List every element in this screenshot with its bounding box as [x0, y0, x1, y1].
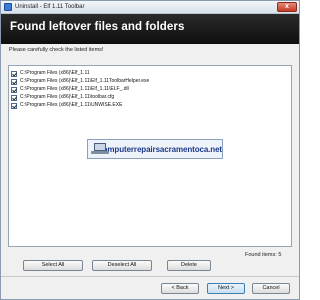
header-banner: Found leftover files and folders — [1, 14, 299, 44]
watermark-text: computerrepairsacramentoca.net — [98, 144, 222, 154]
deselect-all-button[interactable]: Deselect All — [92, 260, 152, 271]
item-path: C:\Program Files (x86)\Elf_1.11\toolbar.… — [20, 94, 115, 100]
next-button[interactable]: Next > — [207, 283, 245, 294]
uninstall-window: Uninstall - Elf 1.11 Toolbar x Found lef… — [0, 0, 300, 300]
list-item[interactable]: C:\Program Files (x86)\Elf_1.11\Elf_1.11… — [11, 78, 149, 85]
item-checkbox[interactable] — [11, 86, 17, 93]
title-bar[interactable]: Uninstall - Elf 1.11 Toolbar x — [1, 1, 299, 14]
back-button[interactable]: < Back — [161, 283, 199, 294]
list-item[interactable]: C:\Program Files (x86)\Elf_1.11\toolbar.… — [11, 94, 114, 101]
item-path: C:\Program Files (x86)\Elf_1.11 — [20, 70, 90, 76]
list-item[interactable]: C:\Program Files (x86)\Elf_1.11 — [11, 70, 90, 77]
app-icon — [4, 3, 12, 11]
window-title: Uninstall - Elf 1.11 Toolbar — [15, 4, 85, 10]
item-checkbox[interactable] — [11, 78, 17, 85]
footer-divider — [1, 276, 299, 277]
found-items-count: Found items: 5 — [245, 252, 282, 258]
item-path: C:\Program Files (x86)\Elf_1.11\UNWISE.E… — [20, 102, 123, 108]
delete-button[interactable]: Delete — [167, 260, 211, 271]
close-button[interactable]: x — [277, 2, 297, 12]
page-title: Found leftover files and folders — [10, 21, 185, 33]
item-checkbox[interactable] — [11, 70, 17, 77]
laptop-icon — [91, 142, 109, 156]
list-item[interactable]: C:\Program Files (x86)\Elf_1.11\UNWISE.E… — [11, 102, 122, 109]
select-all-button[interactable]: Select All — [23, 260, 83, 271]
watermark-logo: computerrepairsacramentoca.net — [87, 139, 223, 159]
instruction-text: Please carefully check the listed items! — [9, 47, 104, 53]
item-path: C:\Program Files (x86)\Elf_1.11\Elf_1.11… — [20, 78, 150, 84]
item-checkbox[interactable] — [11, 102, 17, 109]
cancel-button[interactable]: Cancel — [252, 283, 290, 294]
item-path: C:\Program Files (x86)\Elf_1.11\Elf_1.11… — [20, 86, 129, 92]
list-item[interactable]: C:\Program Files (x86)\Elf_1.11\Elf_1.11… — [11, 86, 129, 93]
item-checkbox[interactable] — [11, 94, 17, 101]
